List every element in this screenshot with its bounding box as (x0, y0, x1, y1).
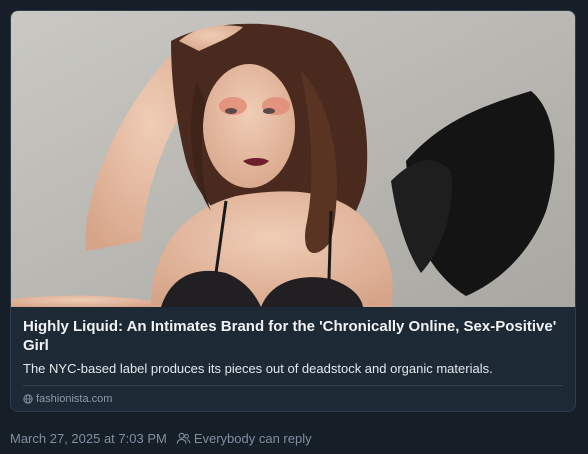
reply-setting[interactable]: Everybody can reply (176, 431, 312, 446)
globe-icon (23, 394, 33, 404)
link-card-source-label: fashionista.com (36, 393, 113, 405)
post-timestamp[interactable]: March 27, 2025 at 7:03 PM (10, 431, 167, 446)
link-card-description: The NYC-based label produces its pieces … (23, 361, 493, 376)
link-card[interactable]: Highly Liquid: An Intimates Brand for th… (10, 10, 576, 412)
people-icon (176, 432, 191, 444)
reply-setting-label: Everybody can reply (193, 430, 312, 446)
link-card-title[interactable]: Highly Liquid: An Intimates Brand for th… (23, 317, 563, 355)
link-card-source[interactable]: fashionista.com (23, 391, 112, 407)
link-card-divider (23, 385, 563, 386)
post-meta: March 27, 2025 at 7:03 PM Everybody can … (10, 429, 312, 447)
link-card-image[interactable] (11, 11, 576, 307)
